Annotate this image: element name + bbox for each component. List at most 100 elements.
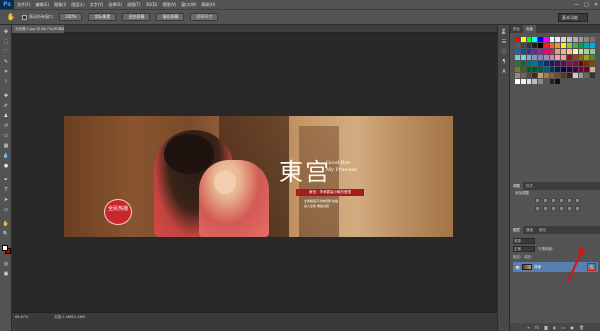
color-swatch[interactable] [532, 61, 538, 66]
dodge-tool-icon[interactable]: ● [2, 163, 10, 170]
pen-tool-icon[interactable]: ✒ [2, 177, 10, 184]
color-swatch[interactable] [572, 49, 578, 54]
healing-brush-tool-icon[interactable]: ✚ [2, 93, 10, 100]
color-swatch[interactable] [549, 61, 555, 66]
color-swatch[interactable] [572, 43, 578, 48]
color-swatch[interactable] [538, 73, 543, 78]
color-swatch[interactable] [578, 55, 584, 60]
color-swatch[interactable] [538, 61, 543, 66]
color-swatch[interactable] [543, 37, 549, 42]
color-swatch[interactable] [561, 49, 567, 54]
menu-image[interactable]: 图像(I) [54, 2, 66, 8]
color-swatch[interactable] [555, 67, 561, 72]
color-swatch[interactable] [567, 67, 572, 72]
color-swatch[interactable] [526, 37, 532, 42]
photo-filter-icon[interactable] [551, 206, 556, 211]
new-adjustment-icon[interactable]: ◐ [553, 325, 557, 330]
color-swatch[interactable] [520, 43, 526, 48]
move-tool-icon[interactable]: ✥ [2, 29, 10, 36]
menu-help[interactable]: 帮助(H) [201, 2, 215, 8]
color-swatch[interactable] [526, 79, 532, 84]
color-swatch[interactable] [520, 55, 526, 60]
info-panel-icon[interactable]: ⓘ [500, 49, 508, 56]
close-icon[interactable]: ✕ [594, 2, 598, 8]
add-mask-icon[interactable]: ◙ [544, 325, 548, 330]
color-swatch[interactable] [538, 49, 543, 54]
color-swatch[interactable] [549, 67, 555, 72]
new-layer-icon[interactable]: ▣ [570, 325, 574, 330]
color-swatch[interactable] [567, 61, 572, 66]
character-panel-icon[interactable]: A [500, 69, 508, 76]
tab-color[interactable]: 颜色 [510, 25, 523, 33]
color-swatch[interactable] [584, 49, 590, 54]
color-swatch[interactable] [515, 67, 520, 72]
color-swatch[interactable] [567, 43, 572, 48]
color-swatch[interactable] [561, 73, 567, 78]
color-swatch[interactable] [515, 49, 520, 54]
color-swatch[interactable] [515, 79, 520, 84]
layer-filter-kind[interactable]: 类型 [513, 238, 535, 244]
color-swatch[interactable] [526, 61, 532, 66]
workspace-select[interactable]: 基本功能 [558, 13, 588, 22]
color-swatch[interactable] [526, 49, 532, 54]
color-swatch[interactable] [584, 37, 590, 42]
type-tool-icon[interactable]: T [2, 187, 10, 194]
clone-stamp-tool-icon[interactable]: ♟ [2, 113, 10, 120]
color-swatch[interactable] [572, 67, 578, 72]
properties-panel-icon[interactable]: ☰ [500, 39, 508, 46]
color-swatch[interactable] [561, 43, 567, 48]
levels-icon[interactable] [543, 198, 548, 203]
close-tab-icon[interactable]: × [60, 25, 63, 33]
blend-mode-select[interactable]: 正常 [513, 246, 535, 252]
color-swatch[interactable] [561, 61, 567, 66]
color-swatch[interactable] [584, 43, 590, 48]
color-swatch[interactable] [538, 79, 543, 84]
color-swatch[interactable] [590, 55, 595, 60]
color-swatch[interactable] [549, 73, 555, 78]
color-swatch[interactable] [520, 67, 526, 72]
color-swatch[interactable] [532, 79, 538, 84]
foreground-color-swatch[interactable] [2, 245, 8, 251]
color-swatch[interactable] [578, 43, 584, 48]
path-select-tool-icon[interactable]: ➤ [2, 197, 10, 204]
gradient-tool-icon[interactable]: ▦ [2, 143, 10, 150]
color-swatch[interactable] [515, 37, 520, 42]
color-swatch[interactable] [526, 55, 532, 60]
color-swatch[interactable] [520, 49, 526, 54]
color-swatch[interactable] [578, 49, 584, 54]
color-swatch[interactable] [590, 61, 595, 66]
eyedropper-tool-icon[interactable]: ⌇ [2, 79, 10, 86]
document-image[interactable]: 全民热播 東宫 Good Bye My Princess 東宫：李承鄞曲小枫的爱… [64, 116, 453, 237]
color-swatch[interactable] [584, 55, 590, 60]
print-size-button[interactable]: 打印尺寸 [190, 13, 219, 21]
actual-pixels-button[interactable]: 实际像素 [88, 13, 117, 21]
document-tab[interactable]: 无标题-1.jpg @ 66.7%(RGB/8) [12, 25, 64, 33]
color-swatch[interactable] [532, 37, 538, 42]
color-swatch[interactable] [555, 43, 561, 48]
zoom-100-button[interactable]: 100% [59, 13, 83, 21]
color-swatch[interactable] [567, 49, 572, 54]
color-swatch[interactable] [567, 73, 572, 78]
history-brush-tool-icon[interactable]: ↺ [2, 123, 10, 130]
crop-tool-icon[interactable]: ⌗ [2, 69, 10, 76]
color-swatch[interactable] [515, 43, 520, 48]
color-swatch[interactable] [555, 55, 561, 60]
color-swatch[interactable] [578, 61, 584, 66]
color-swatch[interactable] [538, 55, 543, 60]
color-swatch[interactable] [515, 61, 520, 66]
color-swatch[interactable] [538, 37, 543, 42]
maximize-icon[interactable]: □ [584, 2, 589, 8]
color-swatch[interactable] [578, 67, 584, 72]
color-swatch[interactable] [584, 67, 590, 72]
paragraph-panel-icon[interactable]: ¶ [500, 59, 508, 66]
color-swatch[interactable] [572, 73, 578, 78]
color-swatch[interactable] [515, 73, 520, 78]
color-swatch[interactable] [532, 49, 538, 54]
quick-select-tool-icon[interactable]: ✎ [2, 59, 10, 66]
brightness-contrast-icon[interactable] [535, 198, 540, 203]
color-swatch[interactable] [567, 55, 572, 60]
screen-mode-icon[interactable]: ▣ [2, 271, 10, 278]
color-swatch[interactable] [526, 67, 532, 72]
color-swatch[interactable] [555, 73, 561, 78]
color-swatch[interactable] [572, 37, 578, 42]
